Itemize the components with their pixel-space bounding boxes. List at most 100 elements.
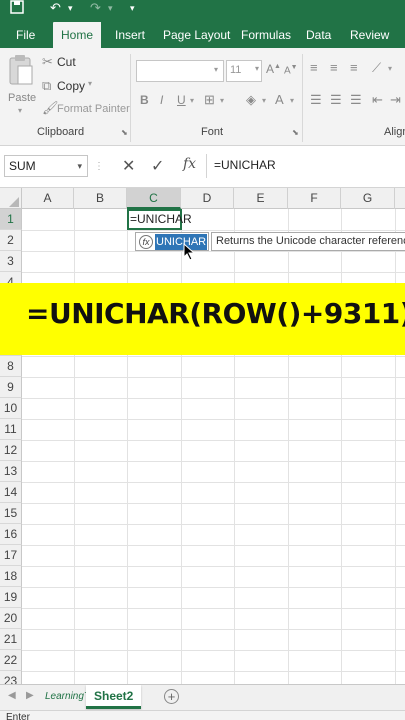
undo-dropdown-icon[interactable]: ▾ [68, 0, 73, 18]
column-header-f[interactable]: F [288, 188, 341, 209]
select-all-corner[interactable] [0, 188, 22, 209]
gridline [22, 272, 405, 273]
bold-button[interactable]: B [140, 93, 149, 107]
tab-home[interactable]: Home [53, 22, 101, 48]
gridline [22, 671, 405, 672]
paste-button[interactable]: Paste [8, 92, 36, 104]
font-color-dropdown-icon[interactable]: ▾ [290, 96, 294, 105]
row-header-3[interactable]: 3 [0, 251, 22, 272]
tab-data[interactable]: Data [298, 22, 339, 48]
prev-sheet-icon[interactable]: ◀ [8, 690, 16, 701]
row-header-20[interactable]: 20 [0, 608, 22, 629]
enter-icon[interactable]: ✓ [151, 156, 164, 176]
row-header-12[interactable]: 12 [0, 440, 22, 461]
format-painter-button[interactable]: Format Painter [57, 103, 130, 115]
middle-align-icon[interactable]: ≡ [330, 60, 338, 75]
paste-icon[interactable] [8, 54, 34, 90]
column-header-d[interactable]: D [181, 188, 234, 209]
copy-button[interactable]: Copy [57, 79, 85, 93]
font-size-box[interactable]: 11 ▾ [226, 60, 262, 82]
orientation-dropdown-icon[interactable]: ▾ [388, 64, 392, 73]
tab-review[interactable]: Review [342, 22, 397, 48]
underline-button[interactable]: U [177, 93, 186, 107]
row-header-16[interactable]: 16 [0, 524, 22, 545]
row-header-21[interactable]: 21 [0, 629, 22, 650]
row-header-23[interactable]: 23 [0, 671, 22, 684]
font-color-icon[interactable]: A [275, 92, 284, 107]
row-header-22[interactable]: 22 [0, 650, 22, 671]
bottom-align-icon[interactable]: ≡ [350, 60, 358, 75]
gridline [341, 209, 342, 684]
add-sheet-icon[interactable]: + [164, 689, 179, 704]
gridline [22, 356, 405, 357]
row-header-2[interactable]: 2 [0, 230, 22, 251]
decrease-font-icon[interactable]: A▼ [284, 64, 298, 76]
increase-indent-icon[interactable]: ⇥ [390, 92, 401, 108]
copy-dropdown-icon[interactable]: ▾ [88, 79, 92, 88]
sheet-tab-sheet2[interactable]: Sheet2 [86, 685, 142, 709]
borders-dropdown-icon[interactable]: ▾ [220, 96, 224, 105]
tab-insert[interactable]: Insert [107, 22, 153, 48]
top-align-icon[interactable]: ≡ [310, 60, 318, 75]
next-sheet-icon[interactable]: ▶ [26, 690, 34, 701]
gridline [22, 461, 405, 462]
row-header-18[interactable]: 18 [0, 566, 22, 587]
cancel-icon[interactable]: ✕ [122, 156, 135, 176]
clipboard-launcher-icon[interactable]: ⬊ [121, 128, 128, 137]
italic-button[interactable]: I [160, 93, 163, 107]
row-header-11[interactable]: 11 [0, 419, 22, 440]
undo-icon[interactable]: ↶ [50, 0, 61, 18]
row-header-9[interactable]: 9 [0, 377, 22, 398]
gridline [22, 524, 405, 525]
formula-input[interactable]: =UNICHAR [214, 155, 405, 177]
tab-file[interactable]: File [8, 22, 43, 48]
column-header-b[interactable]: B [74, 188, 127, 209]
column-header-e[interactable]: E [234, 188, 288, 209]
redo-dropdown-icon[interactable]: ▾ [108, 0, 113, 18]
formula-divider [206, 154, 207, 178]
row-header-1[interactable]: 1 [0, 209, 22, 230]
align-left-icon[interactable]: ☰ [310, 92, 322, 108]
font-launcher-icon[interactable]: ⬊ [292, 128, 299, 137]
row-header-10[interactable]: 10 [0, 398, 22, 419]
font-name-box[interactable] [136, 60, 224, 82]
borders-icon[interactable]: ⊞ [204, 92, 215, 108]
row-header-14[interactable]: 14 [0, 482, 22, 503]
font-name-dropdown-icon[interactable]: ▾ [214, 65, 218, 74]
align-center-icon[interactable]: ☰ [330, 92, 342, 108]
gridline [22, 377, 405, 378]
autocomplete-item-unichar[interactable]: UNICHAR [155, 234, 207, 250]
save-icon[interactable] [10, 0, 24, 18]
cut-button[interactable]: Cut [57, 55, 76, 69]
orientation-icon[interactable]: ⟋ [372, 60, 381, 76]
function-tooltip: Returns the Unicode character referenced… [211, 232, 405, 251]
redo-icon[interactable]: ↷ [90, 0, 101, 18]
column-headers: A B C D E F G [0, 188, 405, 209]
fill-color-icon[interactable]: ◈ [246, 92, 256, 108]
increase-font-icon[interactable]: A▲ [266, 62, 281, 76]
paste-dropdown-icon[interactable]: ▾ [18, 106, 22, 115]
row-header-19[interactable]: 19 [0, 587, 22, 608]
active-cell-c1[interactable]: =UNICHAR [127, 209, 192, 230]
insert-function-icon[interactable]: fx [183, 156, 196, 172]
align-right-icon[interactable]: ☰ [350, 92, 362, 108]
column-header-a[interactable]: A [22, 188, 74, 209]
row-header-8[interactable]: 8 [0, 356, 22, 377]
underline-dropdown-icon[interactable]: ▾ [190, 96, 194, 105]
gridline [22, 629, 405, 630]
decrease-indent-icon[interactable]: ⇤ [372, 92, 383, 108]
row-header-17[interactable]: 17 [0, 545, 22, 566]
name-box-dropdown-icon[interactable]: ▾ [77, 156, 82, 176]
row-header-15[interactable]: 15 [0, 503, 22, 524]
name-box[interactable]: SUM ▾ [4, 155, 88, 177]
column-header-g[interactable]: G [341, 188, 395, 209]
font-size-dropdown-icon[interactable]: ▾ [255, 64, 259, 73]
gridline [22, 482, 405, 483]
formula-bar: SUM ▾ ⋮ ✕ ✓ fx =UNICHAR [0, 146, 405, 188]
tab-formulas[interactable]: Formulas [233, 22, 299, 48]
customize-toolbar-icon[interactable]: ▾ [130, 0, 135, 18]
fill-color-dropdown-icon[interactable]: ▾ [262, 96, 266, 105]
tab-page-layout[interactable]: Page Layout [155, 22, 238, 48]
row-header-13[interactable]: 13 [0, 461, 22, 482]
column-header-c[interactable]: C [127, 188, 181, 209]
